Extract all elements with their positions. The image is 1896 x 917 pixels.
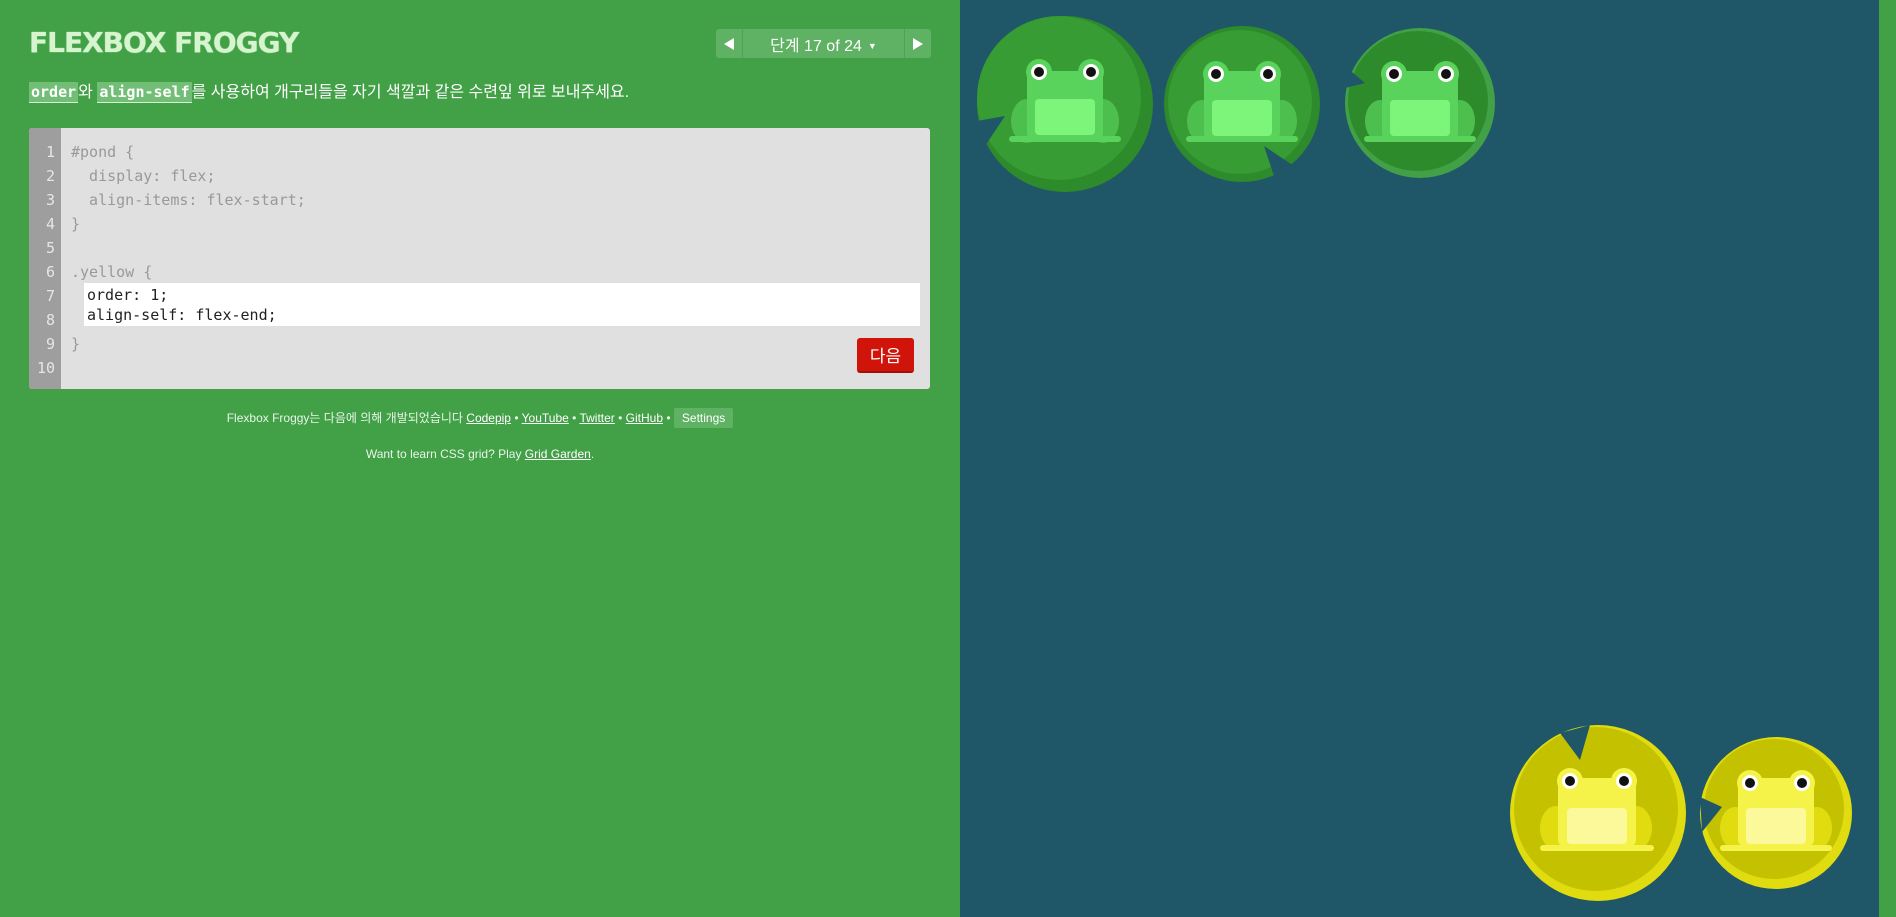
line-number: 2 [45,167,55,185]
code-line-2: display: flex; [71,167,216,185]
grid-garden-end: . [590,447,595,461]
line-number: 8 [45,311,55,329]
twitter-link[interactable]: Twitter [579,411,614,425]
code-line-4: } [71,215,81,233]
next-button[interactable]: 다음 [857,338,914,373]
dropdown-caret-icon: ▼ [867,40,877,51]
line-number: 5 [45,239,55,257]
yellow-lilypad [1510,725,1686,901]
code-line-3: align-items: flex-start; [71,191,306,209]
green-lilypad [1345,28,1495,178]
level-label: 단계 17 of 24 [770,37,862,55]
line-number: 6 [45,263,55,281]
next-level-button[interactable] [904,29,931,58]
separator: • [568,411,580,425]
code-line-6: .yellow { [71,263,153,281]
youtube-link[interactable]: YouTube [522,411,569,425]
yellow-lilypad [1700,737,1852,889]
level-navigation: 단계 17 of 24 ▼ [716,29,931,58]
grid-garden-promo: Want to learn CSS grid? Play Grid Garden… [0,447,960,461]
instructions-panel: FLEXBOX FROGGY 단계 17 of 24 ▼ order 와 align… [0,0,960,917]
pond [960,0,1879,917]
codepip-link[interactable]: Codepip [466,411,511,425]
github-link[interactable]: GitHub [626,411,663,425]
instructions-text: order 와 align-self 를 사용하여 개구리들을 자기 색깔과 같은 … [29,78,929,103]
separator: • [663,411,674,425]
separator: • [510,411,522,425]
credits: Flexbox Froggy는 다음에 의해 개발되었습니다 Codepip •… [0,408,960,428]
game-title: FLEXBOX FROGGY [29,26,299,59]
instructions-text-1: 와 [78,84,98,101]
grid-garden-text: Want to learn CSS grid? Play [365,447,525,461]
code-align-self: align-self [97,82,192,103]
green-lilypad [1164,26,1320,182]
line-number: 1 [45,143,55,161]
css-input[interactable]: order: 1; align-self: flex-end; [84,283,920,326]
code-line-9: } [71,335,81,353]
instructions-text-2: 를 사용하여 개구리들을 자기 색깔과 같은 수련잎 위로 보내주세요. [191,84,630,101]
line-number: 4 [45,215,55,233]
line-number: 9 [45,335,55,353]
triangle-right-icon [913,37,923,50]
line-number: 10 [36,359,55,377]
grid-garden-link[interactable]: Grid Garden [525,447,591,461]
line-number: 3 [45,191,55,209]
credits-text: Flexbox Froggy는 다음에 의해 개발되었습니다 [226,411,467,425]
line-numbers: 1 2 3 4 5 6 7 8 9 10 [29,128,61,389]
green-lilypad [977,16,1153,192]
settings-button[interactable]: Settings [673,408,734,428]
previous-level-button[interactable] [716,29,743,58]
css-editor: 1 2 3 4 5 6 7 8 9 10 #pond { display: fl… [29,128,930,389]
code-order: order [29,82,79,103]
separator: • [614,411,626,425]
triangle-left-icon [724,37,734,50]
line-number: 7 [45,287,55,305]
level-indicator[interactable]: 단계 17 of 24 ▼ [743,32,904,56]
right-edge [1879,0,1896,917]
code-line-1: #pond { [71,143,135,161]
